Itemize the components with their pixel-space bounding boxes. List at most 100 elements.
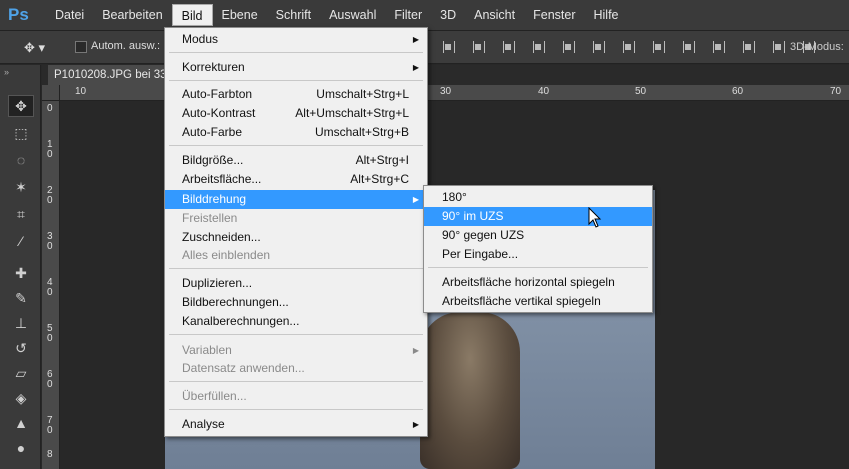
menu-3d[interactable]: 3D: [431, 4, 465, 26]
document-tab[interactable]: P1010208.JPG bei 33,: [48, 65, 170, 85]
healing-brush-icon[interactable]: ✚: [8, 262, 34, 284]
distribute-vcenter-icon[interactable]: [650, 39, 666, 55]
menu-item-bildberechnungen[interactable]: Bildberechnungen...: [165, 293, 427, 312]
menu-item-label: Bilddrehung: [182, 192, 247, 206]
menu-item-modus[interactable]: Modus ▶: [165, 30, 427, 49]
menu-fenster[interactable]: Fenster: [524, 4, 584, 26]
menu-separator: [169, 409, 423, 410]
menu-schrift[interactable]: Schrift: [267, 4, 320, 26]
dodge-tool-icon[interactable]: ●: [8, 437, 34, 459]
menu-separator: [169, 52, 423, 53]
menu-item-label: Analyse: [182, 417, 225, 431]
menu-hilfe[interactable]: Hilfe: [585, 4, 628, 26]
auto-select-label: Autom. ausw.:: [91, 40, 161, 52]
marquee-tool-icon[interactable]: ⬚: [8, 122, 34, 144]
menu-item-datensatz-anwenden[interactable]: Datensatz anwenden...: [165, 359, 427, 378]
menu-item-label: Datensatz anwenden...: [182, 361, 305, 375]
menu-auswahl[interactable]: Auswahl: [320, 4, 385, 26]
ruler-tick: 60: [732, 86, 744, 97]
tools-panel: » ✥ ⬚ ◌ ✶ ⌗ ⁄ ✚ ✎ ⊥ ↺ ▱ ◈ ▲ ●: [0, 65, 41, 469]
menu-item-label: Bildberechnungen...: [182, 295, 289, 309]
menu-item-freistellen[interactable]: Freistellen: [165, 209, 427, 228]
submenu-item-90-gegen-uzs[interactable]: 90° gegen UZS: [424, 226, 652, 245]
ruler-corner: [42, 85, 60, 101]
brush-tool-icon[interactable]: ✎: [8, 287, 34, 309]
menu-ansicht[interactable]: Ansicht: [465, 4, 524, 26]
align-bottom-icon[interactable]: [500, 39, 516, 55]
distribute-left-icon[interactable]: [710, 39, 726, 55]
menu-filter[interactable]: Filter: [385, 4, 431, 26]
move-tool-icon[interactable]: ✥: [8, 95, 34, 117]
align-top-icon[interactable]: [440, 39, 456, 55]
menu-item-label: Bildgröße...: [182, 153, 244, 167]
align-right-icon[interactable]: [590, 39, 606, 55]
crop-tool-icon[interactable]: ⌗: [8, 203, 34, 225]
eyedropper-icon[interactable]: ⁄: [8, 230, 34, 252]
menu-item-kanalberechnungen[interactable]: Kanalberechnungen...: [165, 312, 427, 331]
menu-item-duplizieren[interactable]: Duplizieren...: [165, 274, 427, 293]
menu-item-auto-farbe[interactable]: Auto-Farbe Umschalt+Strg+B: [165, 123, 427, 142]
photoshop-logo: Ps: [8, 5, 29, 24]
auto-select-checkbox[interactable]: [75, 41, 87, 53]
ruler-tick: 0: [47, 425, 53, 436]
menu-item-korrekturen[interactable]: Korrekturen ▶: [165, 58, 427, 77]
collapse-icon[interactable]: »: [4, 67, 9, 77]
menu-item-label: Überfüllen...: [182, 389, 247, 403]
menu-bearbeiten[interactable]: Bearbeiten: [93, 4, 171, 26]
menu-item-label: Kanalberechnungen...: [182, 314, 300, 328]
align-hcenter-icon[interactable]: [560, 39, 576, 55]
menu-item-label: Arbeitsfläche...: [182, 172, 262, 186]
submenu-item-spiegeln-horizontal[interactable]: Arbeitsfläche horizontal spiegeln: [424, 273, 652, 292]
menu-item-shortcut: Alt+Strg+C: [350, 172, 409, 186]
align-vcenter-icon[interactable]: [470, 39, 486, 55]
menu-item-auto-farbton[interactable]: Auto-Farbton Umschalt+Strg+L: [165, 85, 427, 104]
submenu-item-spiegeln-vertikal[interactable]: Arbeitsfläche vertikal spiegeln: [424, 292, 652, 311]
menu-ebene[interactable]: Ebene: [213, 4, 267, 26]
menu-item-label: Duplizieren...: [182, 276, 253, 290]
menu-item-label: Auto-Farbe: [182, 125, 243, 139]
ruler-tick: 70: [830, 86, 842, 97]
ruler-tick: 10: [75, 86, 87, 97]
distribute-right-icon[interactable]: [770, 39, 786, 55]
eraser-icon[interactable]: ▱: [8, 362, 34, 384]
ruler-tick: 0: [47, 241, 53, 252]
align-icons-group: [440, 39, 816, 57]
menu-item-label: Alles einblenden: [182, 248, 271, 262]
submenu-item-per-eingabe[interactable]: Per Eingabe...: [424, 245, 652, 264]
magic-wand-icon[interactable]: ✶: [8, 176, 34, 198]
menu-bild[interactable]: Bild: [171, 4, 213, 26]
submenu-arrow-icon: ▶: [412, 195, 419, 204]
menu-item-alles-einblenden[interactable]: Alles einblenden: [165, 246, 427, 265]
ruler-tick: 0: [47, 287, 53, 298]
vertical-ruler[interactable]: 0 1 0 2 0 3 0 4 0 5 0 6 0 7 0 8: [42, 101, 60, 469]
menu-item-zuschneiden[interactable]: Zuschneiden...: [165, 228, 427, 247]
menu-item-label: Auto-Farbton: [182, 87, 253, 101]
distribute-hcenter-icon[interactable]: [740, 39, 756, 55]
menu-item-auto-kontrast[interactable]: Auto-Kontrast Alt+Umschalt+Strg+L: [165, 104, 427, 123]
align-left-icon[interactable]: [530, 39, 546, 55]
menu-item-label: Zuschneiden...: [182, 230, 261, 244]
menu-separator: [169, 334, 423, 335]
3d-mode-label: 3D-Modus:: [790, 41, 844, 53]
menu-item-ueberfuellen[interactable]: Überfüllen...: [165, 387, 427, 406]
submenu-item-90-uzs[interactable]: 90° im UZS: [424, 207, 652, 226]
menu-item-bilddrehung[interactable]: Bilddrehung ▶: [165, 190, 427, 209]
paint-bucket-icon[interactable]: ◈: [8, 387, 34, 409]
move-tool-icon[interactable]: ✥ ▾: [24, 40, 56, 56]
submenu-item-180[interactable]: 180°: [424, 188, 652, 207]
menu-bild-dropdown: Modus ▶ Korrekturen ▶ Auto-Farbton Umsch…: [164, 27, 428, 437]
stamp-tool-icon[interactable]: ⊥: [8, 312, 34, 334]
history-brush-icon[interactable]: ↺: [8, 337, 34, 359]
blur-tool-icon[interactable]: ▲: [8, 412, 34, 434]
menu-datei[interactable]: Datei: [46, 4, 93, 26]
menu-item-shortcut: Umschalt+Strg+B: [314, 125, 409, 139]
distribute-top-icon[interactable]: [620, 39, 636, 55]
menu-item-variablen[interactable]: Variablen ▶: [165, 341, 427, 360]
menu-item-bildgroesse[interactable]: Bildgröße... Alt+Strg+I: [165, 151, 427, 170]
menu-item-analyse[interactable]: Analyse ▶: [165, 415, 427, 434]
menu-separator: [169, 80, 423, 81]
menu-separator: [169, 268, 423, 269]
distribute-bottom-icon[interactable]: [680, 39, 696, 55]
menu-item-arbeitsflaeche[interactable]: Arbeitsfläche... Alt+Strg+C: [165, 170, 427, 189]
lasso-tool-icon[interactable]: ◌: [8, 149, 34, 171]
